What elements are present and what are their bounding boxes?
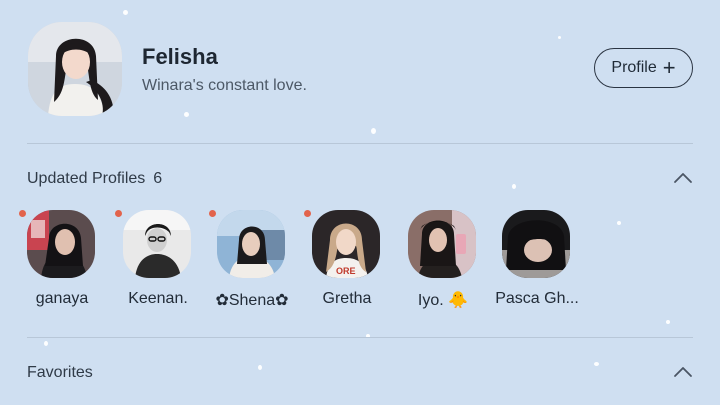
friend-name: Iyo. 🐥 bbox=[417, 292, 469, 309]
svg-text:ORE: ORE bbox=[336, 266, 356, 276]
favorites-title: Favorites bbox=[27, 364, 93, 381]
new-update-dot bbox=[19, 210, 26, 217]
profile-button[interactable]: Profile + bbox=[594, 48, 693, 88]
updated-profile-item[interactable]: ganaya bbox=[15, 210, 105, 320]
chevron-up-icon[interactable] bbox=[672, 171, 694, 185]
updated-profiles-title: Updated Profiles bbox=[27, 170, 146, 187]
friend-name: Gretha bbox=[322, 290, 372, 307]
friend-avatar: ORE bbox=[312, 210, 380, 278]
snow-particle bbox=[258, 365, 262, 370]
new-update-dot bbox=[304, 210, 311, 217]
updated-profiles-count: 6 bbox=[153, 170, 163, 187]
snow-particle bbox=[617, 221, 621, 225]
updated-profiles-header: Updated Profiles 6 bbox=[27, 170, 162, 188]
updated-profile-item[interactable]: Keenan. bbox=[111, 210, 201, 320]
friend-avatar bbox=[502, 210, 570, 278]
friend-name: Keenan. bbox=[128, 290, 188, 307]
my-profile-name[interactable]: Felisha bbox=[142, 44, 218, 70]
friend-avatar bbox=[27, 210, 95, 278]
snow-particle bbox=[184, 112, 189, 117]
new-update-dot bbox=[115, 210, 122, 217]
profile-button-label: Profile bbox=[611, 59, 657, 76]
updated-profile-item[interactable]: ORE Gretha bbox=[300, 210, 390, 320]
updated-profile-item[interactable]: Iyo. 🐥 bbox=[396, 210, 486, 320]
friend-avatar bbox=[408, 210, 476, 278]
snow-particle bbox=[558, 36, 561, 39]
snow-particle bbox=[371, 128, 376, 134]
divider bbox=[27, 337, 693, 338]
chevron-up-icon[interactable] bbox=[672, 365, 694, 379]
updated-profile-item[interactable]: ✿Shena✿ bbox=[205, 210, 295, 320]
new-update-dot bbox=[209, 210, 216, 217]
updated-profile-item[interactable]: Pasca Gh... bbox=[490, 210, 580, 320]
friend-avatar bbox=[123, 210, 191, 278]
friend-avatar bbox=[217, 210, 285, 278]
snow-particle bbox=[123, 10, 128, 15]
friend-name: ✿Shena✿ bbox=[215, 292, 289, 309]
favorites-header: Favorites bbox=[27, 364, 93, 382]
my-profile-status-message: Winara's constant love. bbox=[142, 77, 307, 94]
snow-particle bbox=[44, 341, 48, 346]
snow-particle bbox=[512, 184, 516, 189]
plus-icon: + bbox=[662, 55, 676, 80]
snow-particle bbox=[594, 362, 599, 366]
snow-particle bbox=[666, 320, 670, 324]
friend-name: Pasca Gh... bbox=[495, 290, 579, 307]
my-profile-avatar[interactable] bbox=[28, 22, 122, 116]
friend-name: ganaya bbox=[35, 290, 89, 307]
divider bbox=[27, 143, 693, 144]
